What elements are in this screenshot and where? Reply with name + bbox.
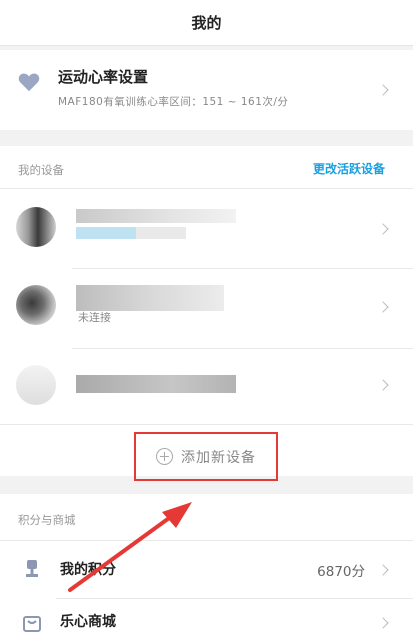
my-points-value: 6870分 <box>317 564 365 580</box>
device-row[interactable]: 未连接 <box>0 269 413 347</box>
heart-icon <box>18 73 40 92</box>
plus-icon <box>156 448 173 465</box>
heart-rate-subtitle: MAF180有氧训练心率区间：151 ~ 161次/分 <box>58 96 289 108</box>
devices-section-title: 我的设备 <box>18 163 64 177</box>
device-name-blurred <box>76 285 224 311</box>
change-active-device-link[interactable]: 更改活跃设备 <box>313 160 385 177</box>
mall-row[interactable]: 乐心商城 <box>0 599 413 640</box>
chevron-right-icon <box>377 564 389 576</box>
add-new-device-label: 添加新设备 <box>181 449 256 466</box>
mall-icon <box>23 616 41 632</box>
divider <box>0 424 413 425</box>
add-new-device-button[interactable]: 添加新设备 <box>134 432 278 481</box>
device-status-blurred <box>136 227 186 239</box>
device-row[interactable] <box>0 349 413 423</box>
chevron-right-icon <box>377 84 389 96</box>
mall-label: 乐心商城 <box>60 614 116 630</box>
chevron-right-icon <box>377 379 389 391</box>
chevron-right-icon <box>377 223 389 235</box>
trophy-icon <box>26 560 38 577</box>
page-title: 我的 <box>191 14 222 32</box>
points-mall-section: 积分与商城 我的积分 6870分 乐心商城 <box>0 494 413 640</box>
device-name-blurred <box>76 209 236 223</box>
device-avatar <box>16 285 56 325</box>
heart-rate-setting-row[interactable]: 运动心率设置 MAF180有氧训练心率区间：151 ~ 161次/分 <box>0 50 413 130</box>
chevron-right-icon <box>377 617 389 629</box>
chevron-right-icon <box>377 301 389 313</box>
devices-section: 我的设备 更改活跃设备 未连接 <box>0 146 413 476</box>
heart-rate-title: 运动心率设置 <box>58 68 149 86</box>
device-status: 未连接 <box>78 311 111 324</box>
my-points-label: 我的积分 <box>60 562 116 578</box>
my-points-row[interactable]: 我的积分 6870分 <box>0 541 413 597</box>
device-name-blurred <box>76 375 236 393</box>
device-avatar <box>16 207 56 247</box>
device-row[interactable] <box>0 189 413 267</box>
header: 我的 <box>0 0 413 46</box>
device-avatar <box>16 365 56 405</box>
points-mall-section-title: 积分与商城 <box>18 513 76 527</box>
device-status-blurred <box>76 227 136 239</box>
